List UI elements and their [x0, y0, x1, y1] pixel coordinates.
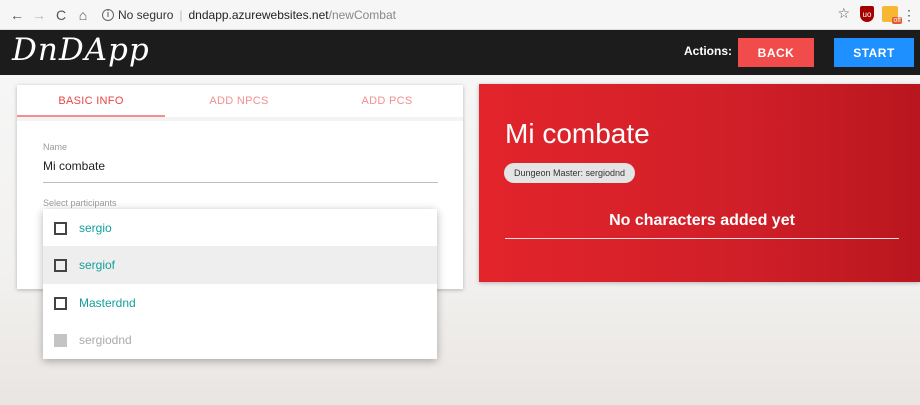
app-logo[interactable]: DnDApp	[12, 32, 150, 68]
participant-option-sergiodnd: sergiodnd	[43, 321, 437, 359]
name-field-label: Name	[43, 142, 68, 152]
start-button[interactable]: START	[834, 38, 914, 67]
address-bar[interactable]: i No seguro | dndapp.azurewebsites.net /…	[102, 8, 396, 22]
address-separator: |	[179, 7, 183, 22]
url-path: /newCombat	[328, 7, 396, 22]
dungeon-master-chip: Dungeon Master: sergiodnd	[504, 163, 636, 183]
ublock-extension-icon[interactable]: uo	[860, 6, 874, 22]
browser-toolbar: ← → C ⌂ i No seguro | dndapp.azurewebsit…	[0, 0, 920, 30]
url-host: dndapp.azurewebsites.net	[188, 7, 329, 22]
characters-divider	[505, 238, 899, 239]
participant-option-label: sergiof	[79, 258, 116, 272]
participant-option-label: sergiodnd	[79, 333, 132, 347]
participant-option-label: sergio	[79, 221, 112, 235]
empty-characters-message: No characters added yet	[609, 212, 795, 229]
combat-summary-card: Mi combate Dungeon Master: sergiodnd No …	[479, 84, 920, 282]
tab-basic-info[interactable]: BASIC INFO	[17, 85, 165, 117]
form-tabs: BASIC INFO ADD NPCS ADD PCS	[17, 85, 463, 117]
actions-label: Actions:	[684, 44, 732, 58]
participants-select-label: Select participants	[43, 198, 117, 208]
participants-dropdown: sergio sergiof Masterdnd sergiodnd	[43, 209, 437, 359]
browser-back-icon[interactable]: ←	[8, 6, 26, 24]
coupon-extension-icon[interactable]: off	[882, 6, 902, 24]
tab-divider	[17, 117, 463, 121]
info-icon[interactable]: i	[102, 8, 114, 21]
participant-option-masterdnd[interactable]: Masterdnd	[43, 284, 437, 322]
security-status: No seguro	[118, 7, 174, 22]
checkbox-disabled-icon	[54, 333, 67, 347]
coupon-extension-tag: off	[892, 17, 902, 24]
bookmark-star-icon[interactable]: ☆	[837, 6, 850, 22]
participant-option-label: Masterdnd	[79, 296, 136, 310]
name-field-underline	[43, 182, 438, 183]
checkbox-icon[interactable]	[54, 258, 67, 272]
participant-option-sergiof[interactable]: sergiof	[43, 246, 437, 284]
browser-reload-icon[interactable]: C	[52, 6, 70, 24]
back-button[interactable]: BACK	[738, 38, 814, 67]
combat-title: Mi combate	[505, 118, 650, 149]
tab-add-npcs[interactable]: ADD NPCS	[165, 85, 313, 117]
browser-menu-icon[interactable]: ⋮	[902, 7, 916, 24]
app-header: DnDApp Actions: BACK START	[0, 30, 920, 75]
participant-option-sergio[interactable]: sergio	[43, 209, 437, 247]
checkbox-icon[interactable]	[54, 221, 67, 235]
tab-add-pcs[interactable]: ADD PCS	[313, 85, 461, 117]
browser-home-icon[interactable]: ⌂	[74, 6, 92, 24]
name-field[interactable]: Mi combate	[43, 159, 105, 173]
browser-forward-icon[interactable]: →	[30, 6, 48, 24]
checkbox-icon[interactable]	[54, 296, 67, 310]
